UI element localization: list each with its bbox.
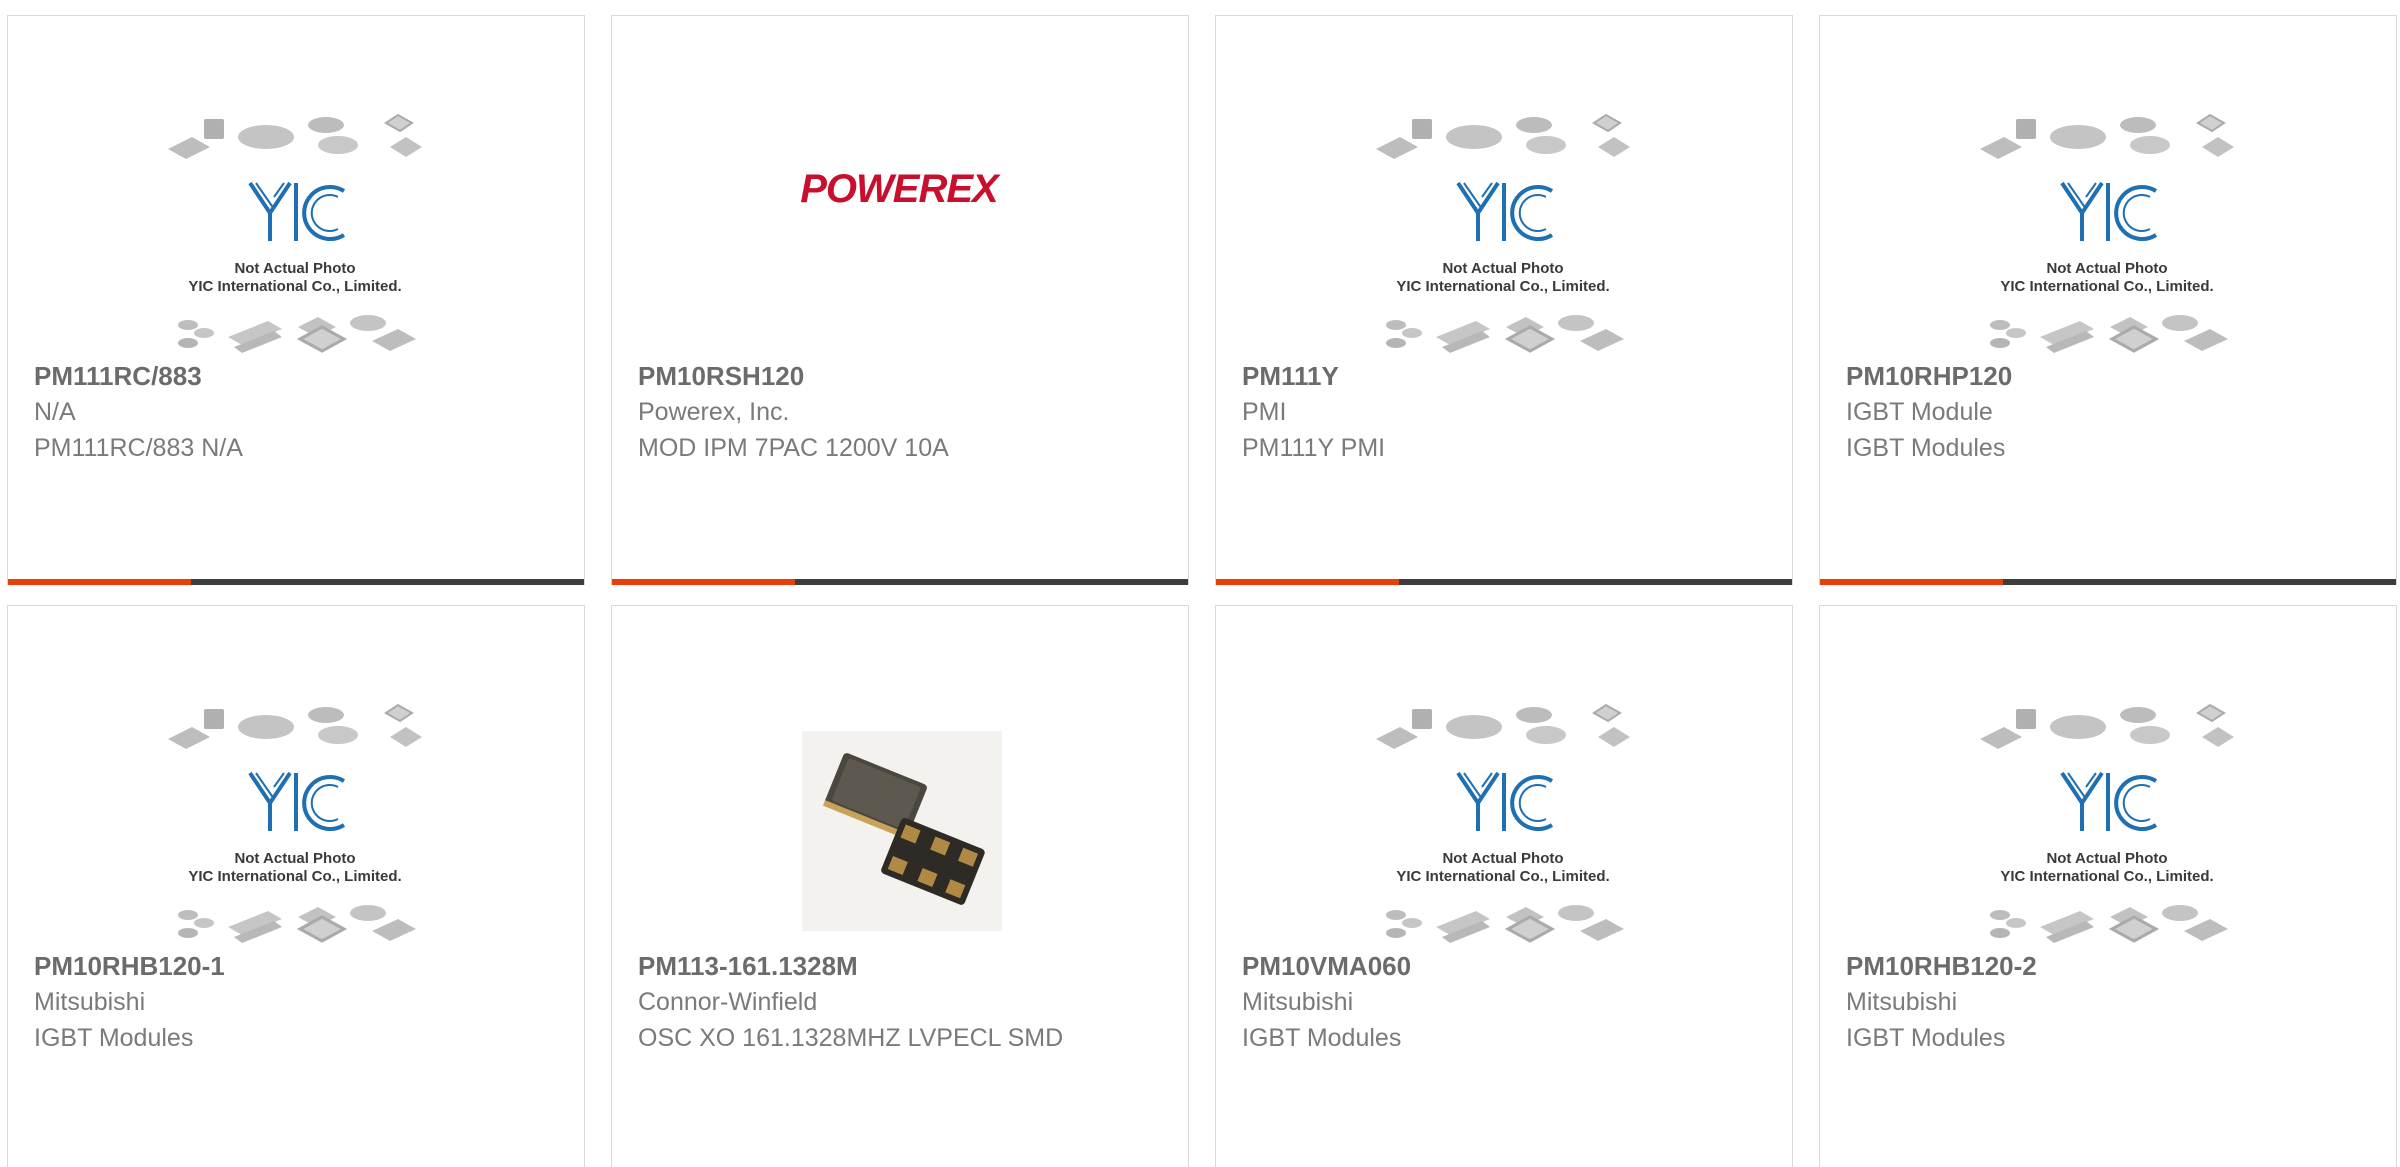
manufacturer: Connor-Winfield [638,988,818,1016]
description: IGBT Modules [1242,1024,1402,1052]
svg-text:Not Actual Photo: Not Actual Photo [1442,850,1563,867]
yic-logo-icon [2060,771,2158,833]
card-accent-bar [1216,579,1792,585]
description: MOD IPM 7PAC 1200V 10A [638,434,949,462]
svg-text:YIC International Co., Limited: YIC International Co., Limited. [188,868,401,885]
part-number-link[interactable]: PM10RHP120 [1846,358,2376,394]
product-card[interactable]: Not Actual Photo YIC International Co., … [7,605,585,1167]
part-number-link[interactable]: PM10RHB120-2 [1846,948,2376,984]
product-image-oscillator-photo[interactable] [762,691,1036,971]
product-image-placeholder[interactable]: Not Actual Photo YIC International Co., … [1366,691,1640,971]
yic-logo-icon [248,771,346,833]
product-image-powerex-logo[interactable]: POWEREX [762,101,1036,381]
product-image-placeholder[interactable]: Not Actual Photo YIC International Co., … [1970,101,2244,381]
product-card[interactable]: POWEREX PM10RSH120 Powerex, Inc. MOD IPM… [611,15,1189,585]
product-card[interactable]: PM113-161.1328M Connor-Winfield OSC XO 1… [611,605,1189,1167]
yic-logo-icon [248,181,346,243]
manufacturer: IGBT Module [1846,398,1993,426]
card-accent-bar [8,579,584,585]
yic-logo-icon [1456,181,1554,243]
svg-text:Not Actual Photo: Not Actual Photo [2046,850,2167,867]
product-grid: Not Actual Photo YIC International Co., … [0,0,2400,1167]
part-number-link[interactable]: PM113-161.1328M [638,948,1168,984]
part-number-link[interactable]: PM10RHB120-1 [34,948,564,984]
part-number-link[interactable]: PM10RSH120 [638,358,1168,394]
description: PM111Y PMI [1242,434,1386,462]
card-accent-bar [1820,579,2396,585]
product-card[interactable]: Not Actual Photo YIC International Co., … [1215,15,1793,585]
description: IGBT Modules [1846,1024,2006,1052]
manufacturer: Mitsubishi [1242,988,1354,1016]
description: IGBT Modules [1846,434,2006,462]
svg-text:Not Actual Photo: Not Actual Photo [234,260,355,277]
manufacturer: N/A [34,398,76,426]
product-card[interactable]: Not Actual Photo YIC International Co., … [1819,605,2397,1167]
manufacturer: Mitsubishi [34,988,146,1016]
svg-text:Not Actual Photo: Not Actual Photo [234,850,355,867]
description: IGBT Modules [34,1024,194,1052]
product-card[interactable]: Not Actual Photo YIC International Co., … [7,15,585,585]
yic-logo-icon [2060,181,2158,243]
product-image-placeholder[interactable]: Not Actual Photo YIC International Co., … [158,691,432,971]
description: PM111RC/883 N/A [34,434,243,462]
manufacturer: PMI [1242,398,1287,426]
part-number-link[interactable]: PM111RC/883 [34,358,564,394]
part-number-link[interactable]: PM111Y [1242,358,1772,394]
product-image-placeholder[interactable]: Not Actual Photo YIC International Co., … [158,101,432,381]
svg-text:YIC International Co., Limited: YIC International Co., Limited. [2000,868,2213,885]
svg-text:YIC International Co., Limited: YIC International Co., Limited. [1396,278,1609,295]
svg-text:Not Actual Photo: Not Actual Photo [2046,260,2167,277]
card-accent-bar [612,579,1188,585]
description: OSC XO 161.1328MHZ LVPECL SMD [638,1024,1064,1052]
product-card[interactable]: Not Actual Photo YIC International Co., … [1819,15,2397,585]
product-image-placeholder[interactable]: Not Actual Photo YIC International Co., … [1366,101,1640,381]
powerex-logo-icon: POWEREX [800,167,1001,211]
svg-text:Not Actual Photo: Not Actual Photo [1442,260,1563,277]
manufacturer: Powerex, Inc. [638,398,790,426]
yic-logo-icon [1456,771,1554,833]
product-card[interactable]: Not Actual Photo YIC International Co., … [1215,605,1793,1167]
svg-text:YIC International Co., Limited: YIC International Co., Limited. [1396,868,1609,885]
svg-text:YIC International Co., Limited: YIC International Co., Limited. [2000,278,2213,295]
svg-text:YIC International Co., Limited: YIC International Co., Limited. [188,278,401,295]
product-image-placeholder[interactable]: Not Actual Photo YIC International Co., … [1970,691,2244,971]
manufacturer: Mitsubishi [1846,988,1958,1016]
part-number-link[interactable]: PM10VMA060 [1242,948,1772,984]
